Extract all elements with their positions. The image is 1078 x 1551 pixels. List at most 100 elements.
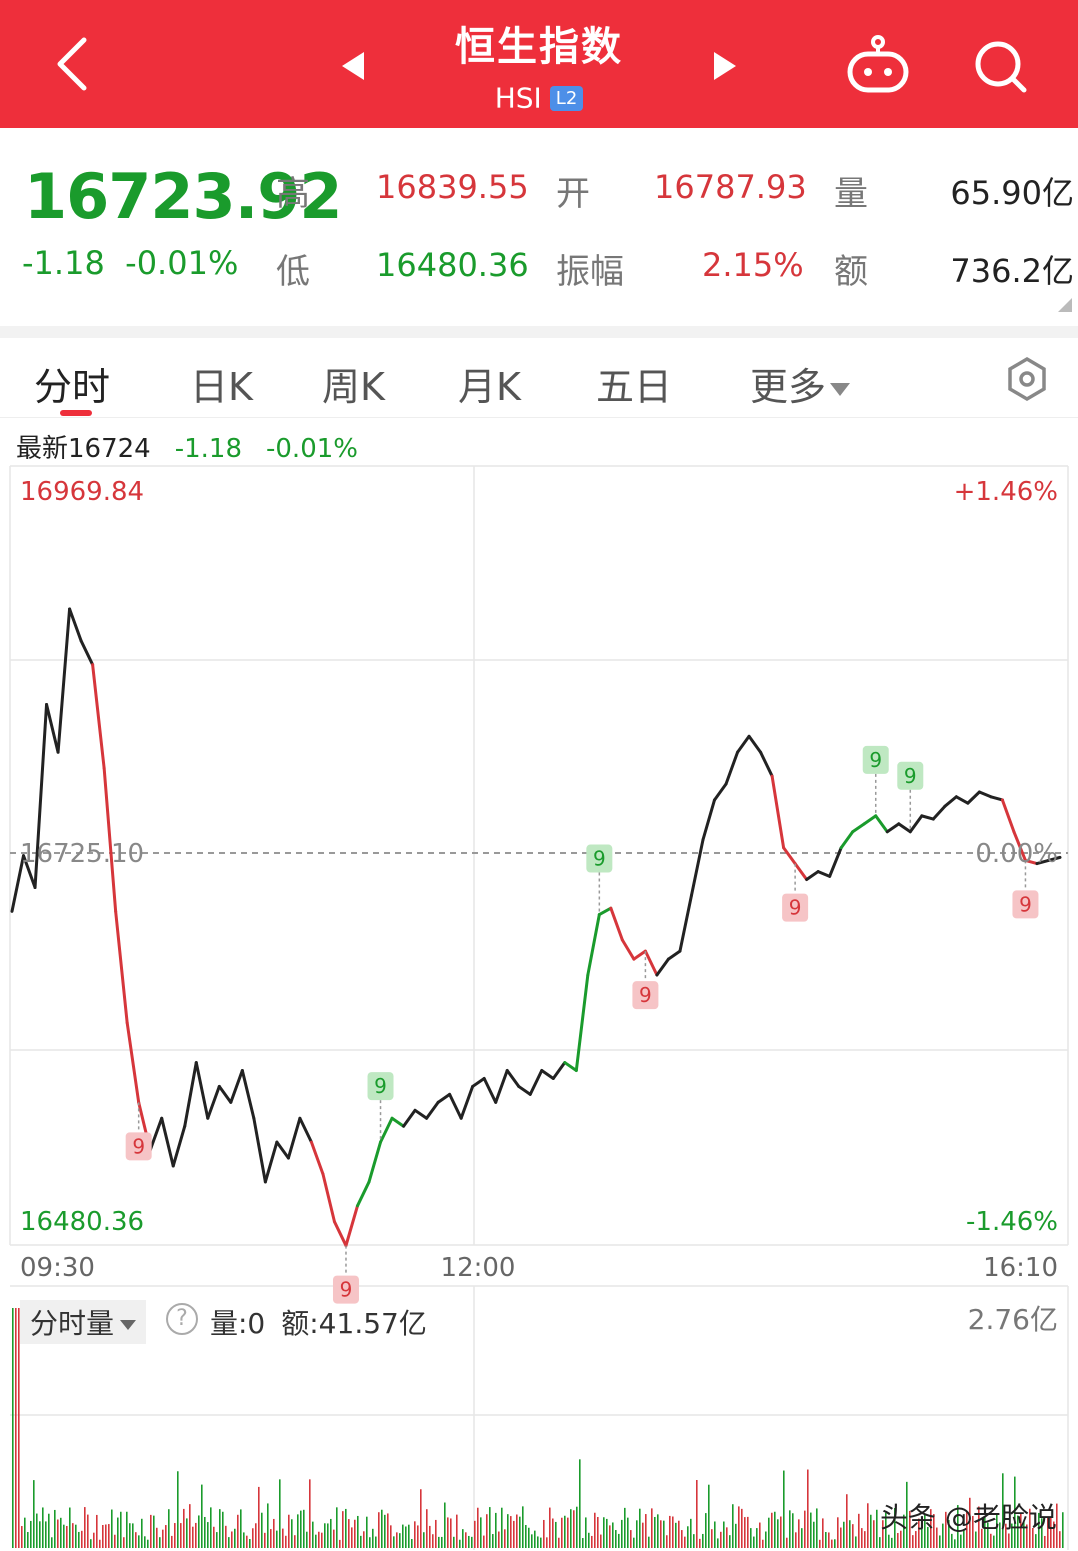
volume-bar — [366, 1516, 368, 1548]
volume-bar — [81, 1530, 83, 1548]
volume-bar — [939, 1535, 941, 1548]
axis-top-percent: +1.46% — [954, 477, 1058, 507]
price-segment — [286, 1116, 302, 1160]
volume-bar — [783, 1470, 785, 1548]
help-icon[interactable]: ? — [166, 1303, 198, 1335]
open-value: 16787.93 — [654, 168, 807, 206]
volume-bar — [258, 1486, 260, 1548]
tab-more[interactable]: 更多 — [750, 356, 851, 411]
volume-bar — [15, 1308, 17, 1548]
robot-assistant-icon[interactable] — [846, 34, 910, 94]
volume-bar — [24, 1517, 26, 1548]
volume-bar — [513, 1520, 515, 1548]
volume-bar — [123, 1537, 125, 1548]
price-segment — [448, 1092, 463, 1120]
price-segment — [367, 1140, 383, 1184]
price-segment — [989, 795, 1004, 802]
volume-bar — [816, 1508, 818, 1548]
volume-bar — [669, 1515, 671, 1548]
volume-bar — [465, 1532, 467, 1548]
price-segment — [183, 1061, 198, 1128]
volume-bar — [1044, 1535, 1046, 1548]
volume-bar — [993, 1535, 995, 1548]
low-label: 低 — [276, 252, 310, 292]
price-segment — [701, 798, 717, 842]
price-segment — [551, 1061, 567, 1080]
search-icon[interactable] — [972, 38, 1028, 94]
volume-bar — [390, 1525, 392, 1548]
volume-bar — [171, 1535, 173, 1548]
volume-bar — [504, 1529, 506, 1548]
tab-daily-k[interactable]: 日K — [190, 356, 253, 411]
volume-bar — [570, 1509, 572, 1548]
volume-bar — [168, 1509, 170, 1548]
volume-bar — [246, 1535, 248, 1548]
volume-bar — [780, 1516, 782, 1548]
volume-bar — [621, 1519, 623, 1548]
volume-bar — [240, 1509, 242, 1548]
volume-bar — [642, 1522, 644, 1548]
volume-bar — [105, 1524, 107, 1548]
axis-ref-price: 16725.10 — [20, 839, 144, 869]
volume-bar — [372, 1528, 374, 1548]
tab-more-label: 更多 — [750, 365, 827, 409]
volume-bar — [348, 1519, 350, 1548]
volume-bar — [534, 1530, 536, 1548]
volume-bar — [402, 1524, 404, 1548]
volume-bar — [417, 1525, 419, 1548]
volume-bar — [759, 1522, 761, 1548]
volume-bar — [339, 1539, 341, 1548]
volume-bar — [522, 1506, 524, 1548]
volume-bar — [789, 1510, 791, 1548]
volume-bar — [378, 1512, 380, 1548]
volume-indicator-selector[interactable]: 分时量 — [20, 1300, 147, 1344]
volume-bar — [165, 1525, 167, 1548]
price-segment — [540, 1069, 555, 1080]
price-segment — [586, 913, 601, 977]
price-segment — [229, 1069, 244, 1104]
volume-bar — [471, 1536, 473, 1548]
volume-bar — [279, 1479, 281, 1548]
volume-bar — [666, 1535, 668, 1548]
volume-bar — [714, 1521, 716, 1548]
high-label: 高 — [276, 174, 310, 214]
settings-hexagon-icon[interactable] — [1004, 356, 1050, 402]
volume-bar — [186, 1518, 188, 1548]
next-index-icon[interactable] — [712, 50, 738, 82]
volume-bar — [525, 1525, 527, 1548]
volume-bar — [135, 1532, 137, 1548]
volume-bar — [711, 1529, 713, 1548]
price-segment — [851, 822, 866, 834]
volume-bar — [792, 1513, 794, 1548]
volume-bar — [483, 1535, 485, 1548]
price-segment — [344, 1204, 359, 1248]
signal-marker-label: 9 — [340, 1278, 353, 1302]
tab-monthly-k[interactable]: 月K — [458, 356, 521, 411]
price-segment — [782, 846, 797, 866]
volume-bar — [63, 1524, 65, 1548]
volume-bar — [531, 1534, 533, 1548]
volume-bar — [813, 1521, 815, 1548]
price-segment — [505, 1069, 521, 1088]
price-segment — [770, 774, 786, 850]
tab-weekly-k[interactable]: 周K — [322, 356, 385, 411]
intraday-chart[interactable]: 999999999 16969.84 +1.46% 16725.10 0.00%… — [0, 450, 1078, 1550]
tab-five-day[interactable]: 五日 — [596, 356, 672, 411]
axis-bottom-percent: -1.46% — [966, 1207, 1058, 1237]
volume-bar — [567, 1517, 569, 1548]
volume-bar — [585, 1517, 587, 1548]
volume-bar — [45, 1521, 47, 1548]
price-segment — [125, 1021, 141, 1104]
volume-bar — [300, 1510, 302, 1548]
volume-bar — [516, 1514, 518, 1548]
price-segment — [494, 1069, 509, 1104]
volume-bar — [663, 1520, 665, 1548]
tab-intraday[interactable]: 分时 — [34, 356, 110, 411]
volume-bar — [87, 1514, 89, 1548]
price-segment — [252, 1116, 267, 1184]
expand-corner-icon[interactable] — [1058, 298, 1072, 312]
price-segment — [332, 1220, 348, 1248]
volume-bar — [678, 1520, 680, 1548]
volume-bar — [573, 1510, 575, 1548]
index-code-row: HSI L2 — [0, 80, 1078, 115]
